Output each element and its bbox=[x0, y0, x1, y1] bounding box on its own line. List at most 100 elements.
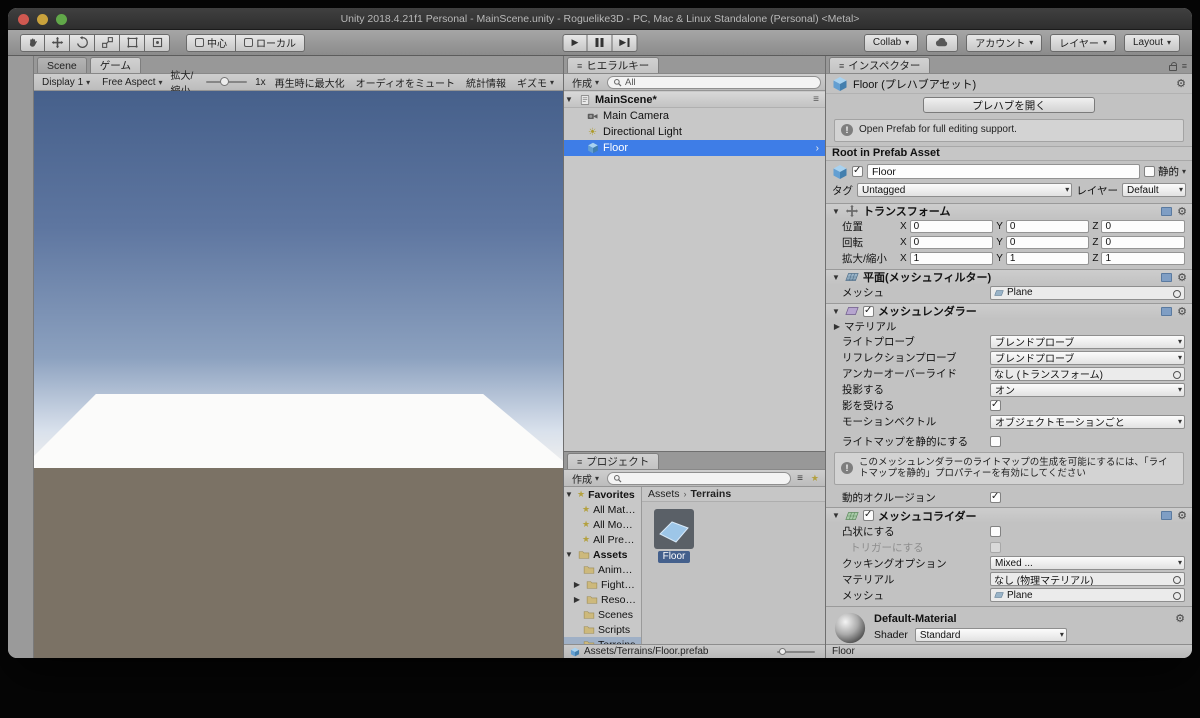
close-window-button[interactable] bbox=[18, 14, 29, 25]
breadcrumb-assets[interactable]: Assets bbox=[648, 488, 680, 500]
foldout-icon[interactable]: ▼ bbox=[831, 273, 841, 282]
slider-thumb[interactable] bbox=[779, 647, 786, 655]
receive-shadows-checkbox[interactable] bbox=[990, 399, 1001, 411]
mesh-filter-component-header[interactable]: ▼ 平面(メッシュフィルター) ⚙ bbox=[826, 268, 1192, 285]
mesh-renderer-component-header[interactable]: ▼ メッシュレンダラー ⚙ bbox=[826, 302, 1192, 319]
gear-icon[interactable]: ⚙ bbox=[1175, 612, 1185, 625]
hierarchy-item-floor[interactable]: Floor › bbox=[564, 140, 825, 156]
convex-checkbox[interactable] bbox=[990, 525, 1001, 537]
tab-scene[interactable]: Scene bbox=[37, 57, 87, 73]
materials-foldout[interactable]: ▶ マテリアル bbox=[826, 319, 1192, 334]
aspect-dropdown[interactable]: Free Aspect ▾ bbox=[98, 75, 166, 90]
move-tool-button[interactable] bbox=[45, 33, 70, 52]
rect-tool-button[interactable] bbox=[120, 33, 145, 52]
foldout-icon[interactable]: ▼ bbox=[831, 307, 841, 316]
gizmos-dropdown[interactable]: ギズモ ▾ bbox=[512, 75, 559, 90]
asset-grid[interactable]: Floor bbox=[642, 502, 825, 644]
assets-root[interactable]: ▼ Assets bbox=[564, 547, 641, 562]
lock-icon[interactable] bbox=[1168, 61, 1177, 71]
reference-icon[interactable] bbox=[1161, 206, 1173, 216]
position-x-field[interactable]: 0 bbox=[909, 220, 994, 233]
thumbnail-size-slider[interactable] bbox=[777, 647, 815, 655]
favorites-root[interactable]: ▼ ★ Favorites bbox=[564, 487, 641, 502]
folder-terrains[interactable]: Terrains bbox=[564, 637, 641, 644]
tab-project[interactable]: ≡ プロジェクト bbox=[567, 453, 660, 469]
search-by-type-icon[interactable]: ≡ bbox=[795, 473, 805, 484]
layer-dropdown[interactable]: Default bbox=[1122, 183, 1186, 197]
hierarchy-search-input[interactable]: All bbox=[607, 75, 821, 89]
anchor-override-field[interactable]: なし (トランスフォーム) bbox=[990, 366, 1185, 381]
slider-thumb[interactable] bbox=[219, 77, 229, 86]
static-checkbox[interactable] bbox=[1143, 166, 1155, 177]
position-z-field[interactable]: 0 bbox=[1101, 220, 1185, 233]
minimize-window-button[interactable] bbox=[37, 14, 48, 25]
asset-item-floor[interactable]: Floor bbox=[650, 509, 698, 563]
folder-scripts[interactable]: Scripts bbox=[564, 622, 641, 637]
rotate-tool-button[interactable] bbox=[70, 33, 95, 52]
static-dropdown[interactable]: 静的 ▾ bbox=[1143, 164, 1186, 179]
foldout-icon[interactable]: ▶ bbox=[572, 595, 582, 604]
gameobject-name-field[interactable]: Floor bbox=[867, 164, 1140, 179]
panel-menu-icon[interactable]: ≡ bbox=[1182, 61, 1187, 71]
tab-inspector[interactable]: ≡ インスペクター bbox=[829, 57, 931, 73]
favorites-icon[interactable]: ★ bbox=[809, 473, 821, 484]
transform-component-header[interactable]: ▼ トランスフォーム ⚙ bbox=[826, 202, 1192, 219]
collab-dropdown[interactable]: Collab ▾ bbox=[863, 33, 919, 52]
rotation-x-field[interactable]: 0 bbox=[909, 236, 994, 249]
mesh-object-field[interactable]: Plane bbox=[990, 285, 1185, 300]
reference-icon[interactable] bbox=[1161, 511, 1173, 521]
mesh-collider-component-header[interactable]: ▼ メッシュコライダー ⚙ bbox=[826, 507, 1192, 524]
hierarchy-item-main-camera[interactable]: Main Camera bbox=[564, 108, 825, 124]
material-name-row[interactable]: Default-Material ⚙ bbox=[874, 611, 1185, 626]
tag-dropdown[interactable]: Untagged bbox=[857, 183, 1073, 197]
cooking-options-dropdown[interactable]: Mixed ... bbox=[990, 556, 1185, 571]
active-checkbox[interactable] bbox=[852, 165, 863, 177]
lightmap-static-checkbox[interactable] bbox=[990, 436, 1001, 447]
project-search-input[interactable] bbox=[607, 471, 792, 485]
foldout-icon[interactable]: ▼ bbox=[564, 550, 574, 559]
foldout-icon[interactable]: ▼ bbox=[831, 207, 841, 216]
scale-z-field[interactable]: 1 bbox=[1101, 252, 1185, 265]
folder-resources[interactable]: ▶Resources bbox=[564, 592, 641, 607]
scale-y-field[interactable]: 1 bbox=[1005, 252, 1090, 265]
rotation-z-field[interactable]: 0 bbox=[1101, 236, 1185, 249]
foldout-icon[interactable]: ▶ bbox=[832, 322, 842, 331]
foldout-icon[interactable]: ▼ bbox=[564, 490, 574, 499]
favorite-all-models[interactable]: ★ All Models bbox=[564, 517, 641, 532]
game-viewport[interactable] bbox=[34, 91, 563, 658]
scene-menu-icon[interactable]: ≡ bbox=[813, 94, 821, 105]
mesh-renderer-enabled-checkbox[interactable] bbox=[863, 305, 874, 317]
position-y-field[interactable]: 0 bbox=[1005, 220, 1090, 233]
layout-dropdown[interactable]: Layout ▾ bbox=[1123, 33, 1180, 52]
mesh-collider-enabled-checkbox[interactable] bbox=[863, 509, 874, 522]
folder-animator[interactable]: AnimatorCo... bbox=[564, 562, 641, 577]
shader-dropdown[interactable]: Standard bbox=[914, 628, 1067, 643]
project-create-dropdown[interactable]: 作成 ▾ bbox=[568, 471, 603, 486]
gear-icon[interactable]: ⚙ bbox=[1177, 305, 1187, 318]
pause-button[interactable] bbox=[587, 33, 613, 52]
cloud-services-button[interactable] bbox=[926, 33, 959, 52]
foldout-icon[interactable]: ▼ bbox=[831, 511, 841, 520]
foldout-icon[interactable]: ▶ bbox=[572, 580, 582, 589]
gear-icon[interactable]: ⚙ bbox=[1177, 509, 1187, 522]
scale-tool-button[interactable] bbox=[95, 33, 120, 52]
folder-fightingunit[interactable]: ▶FightingUnit... bbox=[564, 577, 641, 592]
mute-audio-button[interactable]: オーディオをミュート bbox=[351, 75, 460, 90]
gear-icon[interactable]: ⚙ bbox=[1177, 205, 1187, 218]
rotation-y-field[interactable]: 0 bbox=[1005, 236, 1090, 249]
stats-button[interactable]: 統計情報 bbox=[461, 75, 511, 90]
pivot-center-button[interactable]: 中心 bbox=[186, 33, 236, 52]
gear-icon[interactable]: ⚙ bbox=[1176, 77, 1186, 90]
prefab-open-chevron-icon[interactable]: › bbox=[816, 143, 821, 154]
account-dropdown[interactable]: アカウント ▾ bbox=[966, 33, 1043, 52]
collider-mesh-field[interactable]: Plane bbox=[990, 588, 1185, 603]
layers-dropdown[interactable]: レイヤー ▾ bbox=[1050, 33, 1116, 52]
tab-hierarchy[interactable]: ≡ ヒエラルキー bbox=[567, 57, 660, 73]
cast-shadows-dropdown[interactable]: オン bbox=[990, 382, 1185, 397]
hand-tool-button[interactable] bbox=[20, 33, 45, 52]
transform-tool-button[interactable] bbox=[145, 33, 170, 52]
maximize-on-play-button[interactable]: 再生時に最大化 bbox=[270, 75, 350, 90]
open-prefab-button[interactable]: プレハブを開く bbox=[923, 97, 1095, 113]
tab-game[interactable]: ゲーム bbox=[89, 57, 141, 73]
motion-vectors-dropdown[interactable]: オブジェクトモーションごと bbox=[990, 414, 1185, 429]
